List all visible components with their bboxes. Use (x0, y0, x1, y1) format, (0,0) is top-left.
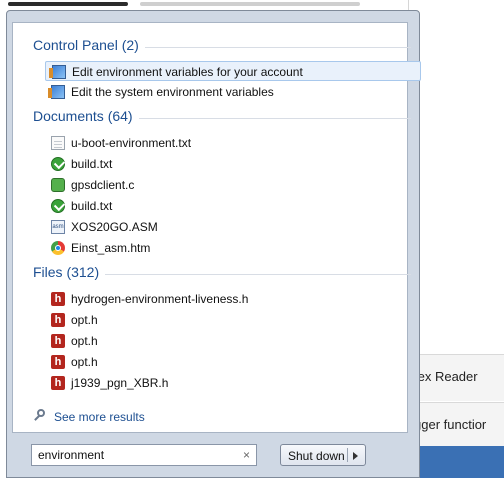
background-bar (8, 2, 128, 6)
result-label: opt.h (71, 355, 98, 369)
search-box[interactable]: × (31, 444, 257, 466)
result-item[interactable]: Einst_asm.htm (35, 238, 419, 258)
background-bar (140, 2, 360, 6)
result-label: Edit environment variables for your acco… (72, 65, 303, 79)
taskbar (408, 446, 504, 478)
group-header-files[interactable]: Files (312) (33, 264, 417, 284)
result-item[interactable]: asm XOS20GO.ASM (35, 217, 419, 237)
background-item[interactable]: gger functior (408, 402, 504, 449)
green-check-file-icon (51, 157, 65, 171)
result-label: opt.h (71, 334, 98, 348)
header-file-icon: h (51, 355, 65, 369)
header-file-icon: h (51, 313, 65, 327)
background-window: fex Reader gger functior (408, 0, 504, 478)
clear-search-icon[interactable]: × (243, 448, 250, 462)
result-label: build.txt (71, 199, 113, 213)
green-check-file-icon (51, 199, 65, 213)
see-more-label: See more results (54, 410, 145, 424)
divider (347, 448, 348, 462)
result-label: gpsdclient.c (71, 178, 135, 192)
group-header-control-panel[interactable]: Control Panel (2) (33, 37, 417, 57)
result-label: hydrogen-environment-liveness.h (71, 292, 249, 306)
header-file-icon: h (51, 376, 65, 390)
result-item[interactable]: gpsdclient.c (35, 175, 419, 195)
search-input[interactable] (38, 447, 228, 463)
result-label: build.txt (71, 157, 113, 171)
control-panel-icon (48, 85, 65, 99)
result-item[interactable]: h opt.h (35, 352, 419, 372)
result-item[interactable]: build.txt (35, 154, 419, 174)
result-label: u-boot-environment.txt (71, 136, 192, 150)
control-panel-icon (49, 65, 66, 79)
text-file-icon (51, 136, 65, 150)
group-title: Control Panel (2) (33, 37, 145, 53)
asm-file-icon: asm (51, 220, 65, 234)
c-source-file-icon (51, 178, 65, 192)
search-results-panel: Control Panel (2) Edit environment varia… (12, 22, 421, 433)
shut-down-button[interactable]: Shut down (280, 444, 366, 466)
group-title: Files (312) (33, 264, 106, 280)
result-label: Einst_asm.htm (71, 241, 151, 255)
background-item-label: gger functior (414, 417, 487, 432)
result-item[interactable]: h j1939_pgn_XBR.h (35, 373, 419, 393)
background-item[interactable]: fex Reader (408, 354, 504, 401)
result-label: j1939_pgn_XBR.h (71, 376, 169, 390)
shut-down-label: Shut down (288, 449, 345, 463)
result-item[interactable]: h hydrogen-environment-liveness.h (35, 289, 419, 309)
result-item[interactable]: h opt.h (35, 310, 419, 330)
result-label: XOS20GO.ASM (71, 220, 158, 234)
chrome-icon (51, 241, 65, 255)
group-header-documents[interactable]: Documents (64) (33, 108, 417, 128)
header-file-icon: h (51, 292, 65, 306)
background-item-label: fex Reader (414, 369, 478, 384)
result-item[interactable]: Edit environment variables for your acco… (45, 61, 421, 81)
result-label: opt.h (71, 313, 98, 327)
arrow-right-icon[interactable] (353, 452, 358, 460)
group-title: Documents (64) (33, 108, 139, 124)
result-item[interactable]: Edit the system environment variables (35, 82, 419, 102)
result-item[interactable]: h opt.h (35, 331, 419, 351)
result-label: Edit the system environment variables (71, 85, 274, 99)
result-item[interactable]: build.txt (35, 196, 419, 216)
result-item[interactable]: u-boot-environment.txt (35, 133, 419, 153)
header-file-icon: h (51, 334, 65, 348)
search-icon (34, 409, 48, 423)
